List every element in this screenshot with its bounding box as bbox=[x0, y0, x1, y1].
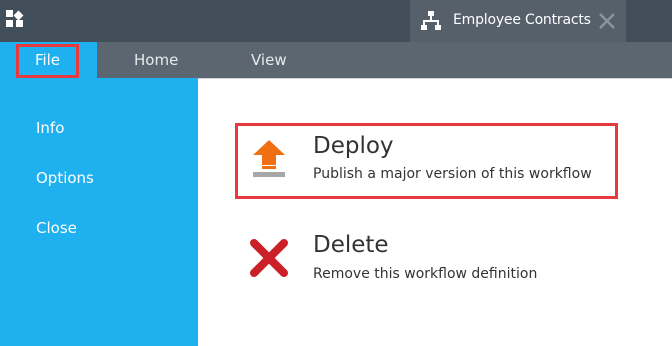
close-icon[interactable] bbox=[596, 10, 618, 32]
divider bbox=[198, 78, 672, 79]
title-bar: Employee Contracts bbox=[0, 0, 672, 42]
document-tab-title: Employee Contracts bbox=[453, 12, 591, 28]
deploy-button[interactable]: Deploy Publish a major version of this w… bbox=[235, 123, 618, 199]
delete-button[interactable]: Delete Remove this workflow definition bbox=[238, 226, 616, 296]
menu-item-close[interactable]: Close bbox=[36, 219, 77, 237]
menu-item-info[interactable]: Info bbox=[36, 119, 64, 137]
delete-description: Remove this workflow definition bbox=[313, 266, 538, 282]
tab-view[interactable]: View bbox=[251, 51, 287, 69]
tab-home[interactable]: Home bbox=[134, 51, 178, 69]
document-tab[interactable]: Employee Contracts bbox=[410, 0, 626, 42]
app-grid-icon[interactable] bbox=[6, 10, 24, 28]
backstage-menu bbox=[0, 78, 198, 346]
tab-file[interactable]: File bbox=[0, 42, 97, 78]
tab-file-label: File bbox=[34, 51, 61, 69]
ribbon-tab-bar bbox=[0, 42, 672, 78]
deploy-description: Publish a major version of this workflow bbox=[313, 166, 592, 182]
menu-item-options[interactable]: Options bbox=[36, 169, 94, 187]
delete-title: Delete bbox=[313, 232, 389, 258]
deploy-arrow-icon bbox=[253, 140, 285, 177]
workflow-hierarchy-icon bbox=[421, 11, 441, 30]
delete-x-icon bbox=[250, 239, 288, 277]
deploy-title: Deploy bbox=[313, 133, 394, 159]
